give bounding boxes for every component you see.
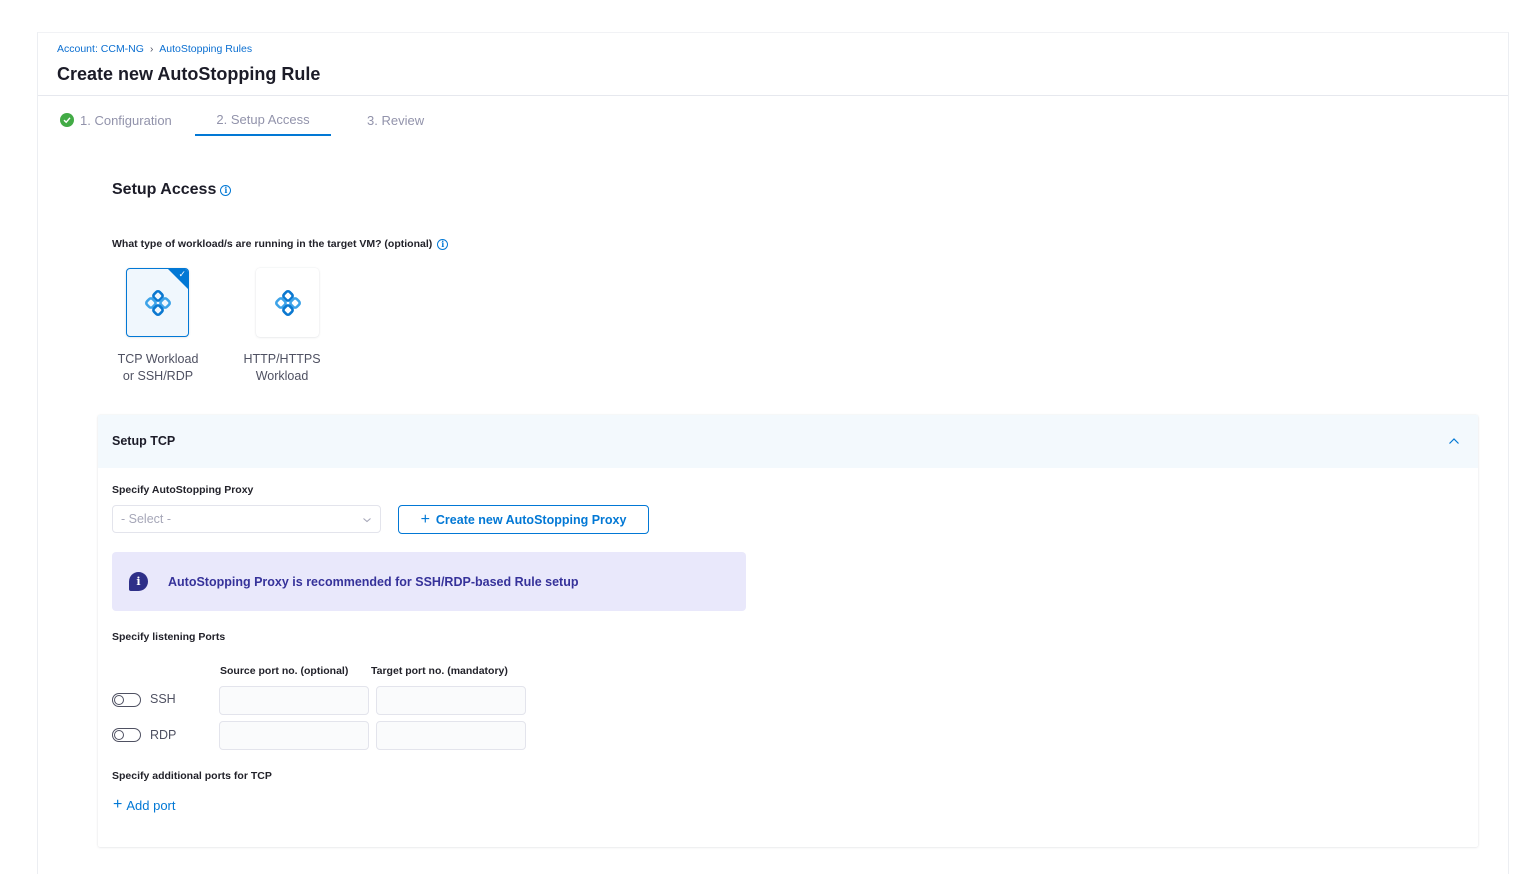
ssh-source-port-input[interactable] bbox=[219, 686, 369, 715]
target-port-header: Target port no. (mandatory) bbox=[371, 665, 508, 677]
tcp-workload-label: TCP Workload or SSH/RDP bbox=[108, 351, 208, 385]
header-divider bbox=[38, 95, 1508, 96]
proxy-label: Specify AutoStopping Proxy bbox=[112, 484, 254, 496]
workload-question-text: What type of workload/s are running in t… bbox=[112, 238, 433, 250]
http-workload-label-line2: Workload bbox=[255, 369, 309, 383]
setup-tcp-title: Setup TCP bbox=[112, 434, 176, 448]
workload-question: What type of workload/s are running in t… bbox=[112, 238, 449, 250]
tcp-workload-card[interactable]: ✓ bbox=[126, 268, 189, 337]
tab-review[interactable]: 3. Review bbox=[367, 104, 424, 136]
rdp-label: RDP bbox=[150, 728, 177, 742]
section-title-text: Setup Access bbox=[112, 181, 217, 198]
plus-icon: + bbox=[420, 510, 430, 528]
proxy-select[interactable]: - Select - bbox=[112, 505, 381, 533]
ssh-label: SSH bbox=[150, 692, 176, 706]
info-icon[interactable]: i bbox=[437, 238, 449, 250]
section-title: Setup Access i bbox=[112, 181, 232, 199]
tab-review-label: 3. Review bbox=[367, 112, 425, 128]
tab-configuration-label: 1. Configuration bbox=[80, 112, 172, 128]
callout-text: AutoStopping Proxy is recommended for SS… bbox=[168, 574, 579, 589]
create-proxy-label: Create new AutoStopping Proxy bbox=[435, 512, 627, 527]
ports-label: Specify listening Ports bbox=[112, 631, 226, 643]
tcp-workload-label-line2: or SSH/RDP bbox=[122, 369, 194, 383]
rdp-target-port-input[interactable] bbox=[376, 721, 526, 750]
info-icon[interactable]: i bbox=[220, 184, 232, 196]
workload-icon bbox=[274, 289, 301, 316]
setup-tcp-header[interactable]: Setup TCP bbox=[98, 415, 1478, 468]
ssh-toggle[interactable] bbox=[112, 693, 141, 707]
info-bubble-icon: i bbox=[129, 572, 148, 591]
setup-tcp-panel: Setup TCP bbox=[98, 415, 1478, 847]
add-port-label: Add port bbox=[126, 797, 176, 813]
breadcrumb: Account: CCM-NG › AutoStopping Rules bbox=[57, 43, 252, 55]
chevron-down-icon bbox=[362, 512, 372, 526]
tab-setup-access-label: 2. Setup Access bbox=[216, 111, 310, 127]
chevron-up-icon[interactable] bbox=[1446, 433, 1462, 449]
source-port-header: Source port no. (optional) bbox=[220, 665, 349, 677]
breadcrumb-account-link[interactable]: Account: CCM-NG bbox=[57, 43, 144, 55]
additional-ports-label: Specify additional ports for TCP bbox=[112, 770, 272, 782]
rdp-source-port-input[interactable] bbox=[219, 721, 369, 750]
proxy-recommendation-callout: i AutoStopping Proxy is recommended for … bbox=[112, 552, 746, 611]
breadcrumb-rules-link[interactable]: AutoStopping Rules bbox=[159, 43, 252, 55]
check-circle-icon bbox=[60, 113, 74, 127]
ssh-target-port-input[interactable] bbox=[376, 686, 526, 715]
http-workload-card[interactable] bbox=[256, 268, 319, 337]
http-workload-label-line1: HTTP/HTTPS bbox=[243, 352, 321, 366]
rdp-toggle[interactable] bbox=[112, 728, 141, 742]
create-proxy-button[interactable]: + Create new AutoStopping Proxy bbox=[398, 505, 649, 534]
tab-configuration[interactable]: 1. Configuration bbox=[60, 104, 172, 136]
http-workload-label: HTTP/HTTPS Workload bbox=[232, 351, 332, 385]
proxy-select-placeholder: - Select - bbox=[121, 512, 172, 526]
page-title: Create new AutoStopping Rule bbox=[57, 64, 321, 84]
add-port-button[interactable]: + Add port bbox=[113, 797, 176, 813]
plus-icon: + bbox=[113, 796, 123, 813]
workload-icon bbox=[144, 289, 171, 316]
check-icon: ✓ bbox=[178, 269, 186, 279]
breadcrumb-separator: › bbox=[149, 43, 154, 55]
tcp-workload-label-line1: TCP Workload bbox=[117, 352, 199, 366]
tab-setup-access[interactable]: 2. Setup Access bbox=[195, 104, 331, 136]
